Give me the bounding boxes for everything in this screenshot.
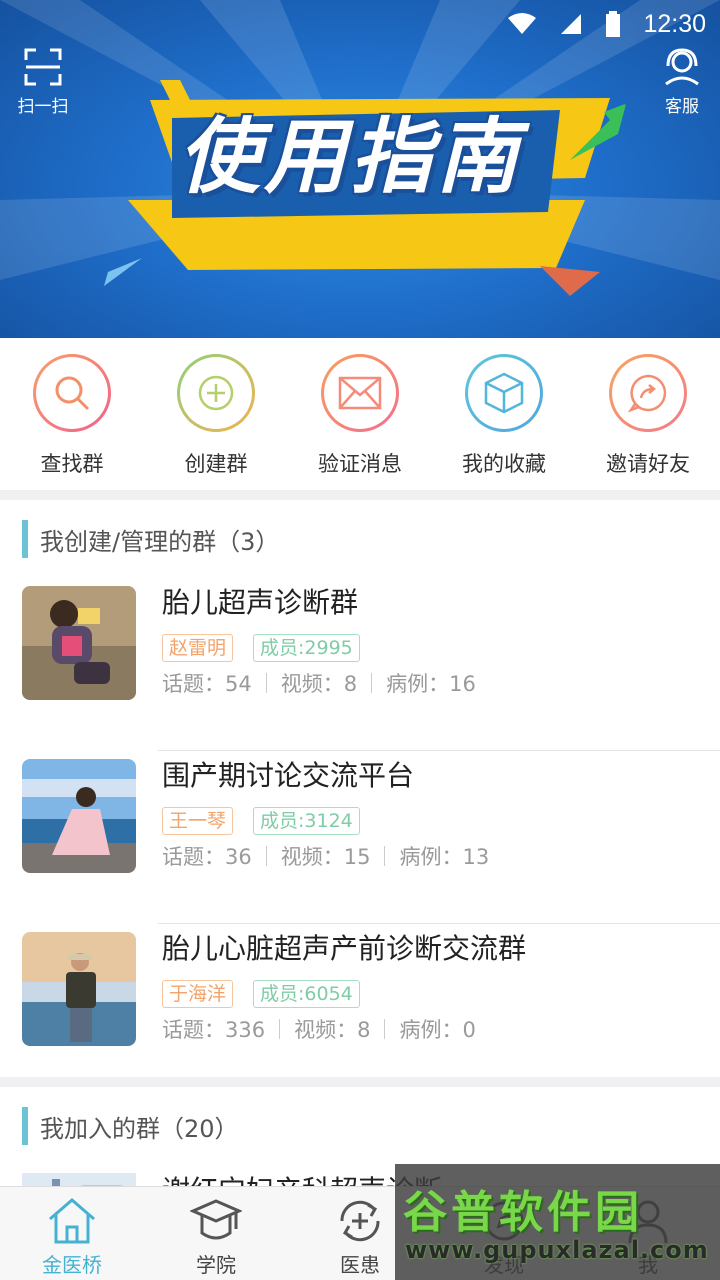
stats-divider — [265, 673, 267, 693]
search-icon — [55, 376, 90, 411]
watermark: 谷普软件园 www.gupuxlazal.com — [395, 1164, 720, 1280]
topic-count: 话题：336 — [162, 1018, 266, 1042]
group-name: 胎儿超声诊断群 — [162, 586, 359, 619]
group-avatar — [22, 586, 136, 700]
action-label: 查找群 — [40, 452, 104, 476]
status-bar: 12:30 — [0, 0, 720, 48]
owner-tag: 于海洋 — [162, 980, 234, 1008]
group-stats: 话题：54 视频：8 病例：16 — [162, 668, 720, 698]
plus-circle-icon — [198, 375, 234, 411]
group-avatar — [22, 759, 136, 873]
action-ring — [33, 354, 111, 432]
section-accent-bar — [22, 520, 28, 558]
group-item[interactable]: 胎儿超声诊断群 赵雷明 成员:2995 话题：54 视频：8 病例：16 — [0, 578, 720, 751]
group-stats: 话题：336 视频：8 病例：0 — [162, 1014, 720, 1044]
watermark-url: www.gupuxlazal.com — [405, 1236, 709, 1264]
share-bubble-icon — [627, 374, 667, 413]
action-label: 创建群 — [184, 452, 248, 476]
scan-button[interactable]: 扫一扫 — [10, 48, 76, 117]
action-ring — [609, 354, 687, 432]
action-ring — [465, 354, 543, 432]
created-groups-section: 我创建/管理的群（3） 胎儿超声诊断群 赵雷明 成员:2995 话题：54 视频… — [0, 500, 720, 1077]
action-create-group[interactable]: 创建群 — [144, 338, 288, 490]
box-icon — [484, 372, 524, 414]
stats-divider — [265, 846, 267, 866]
wifi-icon — [508, 13, 537, 34]
group-name: 胎儿心脏超声产前诊断交流群 — [162, 932, 527, 965]
action-ring — [177, 354, 255, 432]
group-stats: 话题：36 视频：15 病例：13 — [162, 841, 720, 871]
section-header: 我创建/管理的群（3） — [0, 500, 720, 578]
section-title: 我创建/管理的群（3） — [40, 527, 280, 556]
stats-divider — [371, 673, 373, 693]
stats-divider — [384, 846, 386, 866]
mail-icon — [338, 376, 382, 410]
headset-icon — [665, 48, 699, 86]
customer-service-button[interactable]: 客服 — [654, 48, 710, 117]
case-count: 病例：16 — [386, 672, 476, 696]
action-find-group[interactable]: 查找群 — [0, 338, 144, 490]
owner-tag: 赵雷明 — [162, 634, 234, 662]
stats-divider — [279, 1019, 281, 1039]
clock: 12:30 — [643, 9, 706, 38]
case-count: 病例：13 — [399, 845, 490, 869]
action-label: 邀请好友 — [606, 452, 690, 476]
banner[interactable]: 使用指南 12:30 扫一扫 客服 — [0, 0, 720, 338]
video-count: 视频：8 — [294, 1018, 371, 1042]
watermark-title: 谷普软件园 — [403, 1187, 643, 1238]
topic-count: 话题：36 — [162, 845, 252, 869]
banner-title: 使用指南 — [178, 110, 522, 205]
home-icon — [49, 1198, 95, 1244]
scan-icon — [24, 48, 62, 86]
member-count-tag: 成员:2995 — [253, 634, 360, 662]
action-ring — [321, 354, 399, 432]
scan-label: 扫一扫 — [17, 97, 69, 117]
group-name: 围产期讨论交流平台 — [162, 759, 415, 792]
action-label: 我的收藏 — [462, 452, 546, 476]
battery-icon — [606, 11, 621, 37]
action-invite-friends[interactable]: 邀请好友 — [576, 338, 720, 490]
topic-count: 话题：54 — [162, 672, 252, 696]
video-count: 视频：8 — [280, 672, 358, 696]
quick-actions: 查找群 创建群 验证消息 我的收藏 邀请好友 — [0, 338, 720, 490]
tab-academy[interactable]: 学院 — [144, 1187, 288, 1280]
case-count: 病例：0 — [399, 1018, 476, 1042]
member-count-tag: 成员:6054 — [253, 980, 360, 1008]
signal-icon — [561, 14, 582, 34]
member-count-tag: 成员:3124 — [253, 807, 360, 835]
section-title: 我加入的群（20） — [40, 1114, 239, 1143]
action-label: 验证消息 — [318, 452, 402, 476]
action-my-favorites[interactable]: 我的收藏 — [432, 338, 576, 490]
group-avatar — [22, 932, 136, 1046]
action-verify-messages[interactable]: 验证消息 — [288, 338, 432, 490]
video-count: 视频：15 — [280, 845, 371, 869]
tab-home[interactable]: 金医桥 — [0, 1187, 144, 1280]
owner-tag: 王一琴 — [162, 807, 234, 835]
stats-divider — [384, 1019, 386, 1039]
service-label: 客服 — [665, 97, 699, 117]
graduation-cap-icon — [190, 1199, 242, 1240]
group-item[interactable]: 围产期讨论交流平台 王一琴 成员:3124 话题：36 视频：15 病例：13 — [0, 751, 720, 924]
group-item[interactable]: 胎儿心脏超声产前诊断交流群 于海洋 成员:6054 话题：336 视频：8 病例… — [0, 924, 720, 1097]
tab-label: 学院 — [196, 1253, 236, 1277]
tab-label: 医患 — [340, 1253, 380, 1277]
section-header: 我加入的群（20） — [0, 1087, 720, 1165]
refresh-plus-icon — [340, 1200, 380, 1242]
tab-label: 金医桥 — [42, 1253, 102, 1277]
section-accent-bar — [22, 1107, 28, 1145]
